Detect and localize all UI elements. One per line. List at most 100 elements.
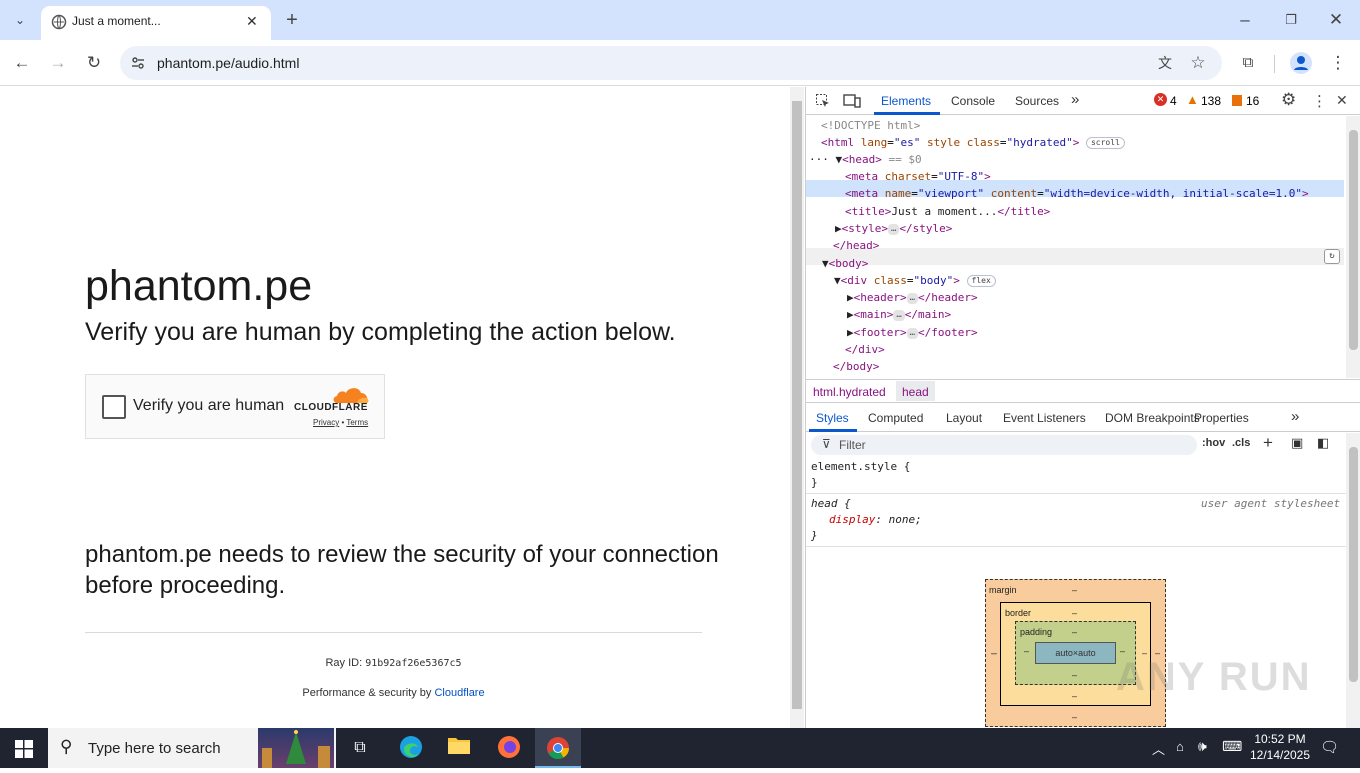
element-style-rule[interactable]: element.style { (811, 459, 910, 475)
device-toolbar-icon[interactable] (843, 93, 861, 109)
hov-toggle[interactable]: :hov (1202, 437, 1225, 449)
file-explorer-icon[interactable] (444, 734, 474, 762)
network-icon[interactable]: ⌂ (1176, 739, 1184, 754)
toggle-sidebar-icon[interactable]: ◧ (1317, 435, 1329, 451)
site-info-icon[interactable] (130, 55, 146, 71)
tab-search-chevron-icon[interactable]: ⌄ (10, 10, 30, 30)
verify-checkbox-label[interactable]: Verify you are human (133, 397, 284, 415)
tray-overflow-icon[interactable]: ︿ (1152, 739, 1165, 758)
chrome-taskbar-button[interactable] (535, 728, 581, 768)
warning-count[interactable]: 138 (1201, 94, 1221, 108)
tab-dom-breakpoints[interactable]: DOM Breakpoints (1105, 411, 1200, 425)
padding-left-value[interactable]: – (1024, 646, 1029, 656)
privacy-link[interactable]: Privacy (313, 418, 339, 427)
dom-line-meta-charset[interactable]: <meta charset="UTF-8"> (845, 168, 991, 185)
rendering-emulation-icon[interactable]: ▣ (1291, 435, 1303, 451)
inspect-element-icon[interactable] (815, 93, 831, 109)
back-icon[interactable]: ← (12, 53, 32, 73)
copy-node-icon[interactable]: ↻ (1324, 249, 1340, 264)
dom-line-body-close[interactable]: </body> (833, 358, 879, 375)
edge-icon[interactable] (396, 734, 426, 762)
tab-computed[interactable]: Computed (868, 411, 923, 425)
error-icon: ✕ (1154, 93, 1167, 106)
cloudflare-link[interactable]: Cloudflare (434, 687, 484, 699)
cls-toggle[interactable]: .cls (1232, 437, 1250, 449)
dom-line-div-close[interactable]: </div> (845, 341, 885, 358)
devtools-menu-icon[interactable]: ⋮ (1312, 92, 1327, 110)
notification-icon[interactable]: 🗨 (1320, 738, 1339, 756)
page-scrollbar-thumb[interactable] (792, 101, 802, 709)
window-close-icon[interactable]: ✕ (1326, 10, 1346, 30)
tab-event-listeners[interactable]: Event Listeners (1003, 411, 1086, 425)
ime-icon[interactable]: ⌨ (1222, 738, 1242, 755)
tab-styles[interactable]: Styles (816, 411, 849, 425)
verify-heading: Verify you are human by completing the a… (85, 318, 676, 346)
firefox-icon[interactable] (494, 734, 524, 762)
extensions-icon[interactable]: ⧉ (1238, 53, 1258, 73)
dom-line-body[interactable]: ▼<body> (822, 255, 868, 272)
dom-line-footer[interactable]: ▶<footer>… </footer> (847, 324, 978, 341)
border-bottom-value[interactable]: – (1072, 691, 1077, 701)
settings-gear-icon[interactable]: ⚙ (1281, 90, 1296, 110)
more-tabs-icon[interactable]: » (1071, 91, 1079, 108)
tab-console[interactable]: Console (951, 94, 995, 108)
forward-icon[interactable]: → (48, 53, 68, 73)
styles-filter-input[interactable]: ⊽ Filter (811, 435, 1197, 455)
scroll-badge[interactable]: scroll (1085, 137, 1125, 149)
dom-line-main[interactable]: ▶<main>… </main> (847, 306, 951, 323)
reload-icon[interactable]: ↻ (84, 53, 104, 73)
dom-line-style[interactable]: ▶<style>… </style> (835, 220, 952, 237)
browser-tab[interactable]: Just a moment... ✕ (41, 6, 271, 40)
taskbar-clock[interactable]: 10:52 PM 12/14/2025 (1247, 731, 1313, 763)
tab-close-icon[interactable]: ✕ (246, 13, 258, 30)
new-style-rule-icon[interactable]: + (1263, 433, 1273, 453)
address-bar[interactable]: phantom.pe/audio.html 文 ☆ (120, 46, 1222, 80)
dom-line-doctype[interactable]: <!DOCTYPE html> (821, 117, 920, 134)
new-tab-icon[interactable]: + (282, 10, 302, 30)
restore-icon[interactable]: ❐ (1281, 10, 1301, 30)
tab-properties[interactable]: Properties (1194, 411, 1249, 425)
flex-badge[interactable]: flex (966, 275, 996, 287)
page-scrollbar[interactable] (790, 87, 804, 728)
dom-line-title[interactable]: <title>Just a moment...</title> (845, 203, 1050, 220)
dom-scrollbar-thumb[interactable] (1349, 130, 1358, 350)
more-style-tabs-icon[interactable]: » (1291, 408, 1299, 425)
dom-scrollbar[interactable] (1346, 116, 1360, 378)
dom-line-head-close[interactable]: </head> (833, 237, 879, 254)
dom-line-div-body[interactable]: ▼<div class="body"> flex (834, 272, 996, 289)
breadcrumb-head[interactable]: head (896, 381, 935, 401)
translate-icon[interactable]: 文 (1155, 53, 1175, 73)
dom-line-header[interactable]: ▶<header>… </header> (847, 289, 978, 306)
issues-count[interactable]: 16 (1246, 94, 1259, 108)
dom-line-html[interactable]: <html lang="es" style class="hydrated"> … (821, 134, 1125, 151)
terms-link[interactable]: Terms (346, 418, 368, 427)
tab-layout[interactable]: Layout (946, 411, 982, 425)
tab-sources[interactable]: Sources (1015, 94, 1059, 108)
tab-elements[interactable]: Elements (881, 94, 931, 108)
dom-line-head[interactable]: ··· ▼<head> == $0 (809, 151, 922, 168)
styles-scrollbar[interactable] (1346, 433, 1360, 728)
bookmark-star-icon[interactable]: ☆ (1188, 53, 1208, 73)
margin-top-value[interactable]: – (1072, 585, 1077, 595)
taskbar-search-box[interactable]: ⚲ Type here to search (48, 728, 336, 768)
border-top-value[interactable]: – (1072, 608, 1077, 618)
devtools-close-icon[interactable]: ✕ (1336, 92, 1348, 109)
styles-scrollbar-thumb[interactable] (1349, 447, 1358, 682)
border-left-value[interactable]: – (992, 648, 997, 658)
verify-checkbox[interactable] (102, 395, 126, 419)
volume-icon[interactable]: 🕪 (1198, 738, 1207, 755)
padding-bottom-value[interactable]: – (1072, 670, 1077, 680)
margin-bottom-value[interactable]: – (1072, 712, 1077, 722)
breadcrumb-html[interactable]: html.hydrated (813, 385, 886, 399)
profile-avatar-icon[interactable] (1290, 52, 1312, 74)
chrome-menu-icon[interactable]: ⋮ (1328, 53, 1348, 73)
windows-start-icon[interactable] (15, 740, 33, 758)
head-rule-selector[interactable]: head { (811, 496, 851, 512)
padding-top-value[interactable]: – (1072, 627, 1077, 637)
head-rule-declaration[interactable]: display: none; (829, 512, 922, 528)
dom-line-meta-viewport[interactable]: <meta name="viewport" content="width=dev… (845, 185, 1309, 202)
error-count[interactable]: 4 (1170, 94, 1177, 108)
task-view-icon[interactable]: ⧉ (345, 734, 375, 762)
box-model-content[interactable]: auto×auto (1035, 642, 1116, 664)
minimize-icon[interactable]: – (1235, 10, 1255, 30)
